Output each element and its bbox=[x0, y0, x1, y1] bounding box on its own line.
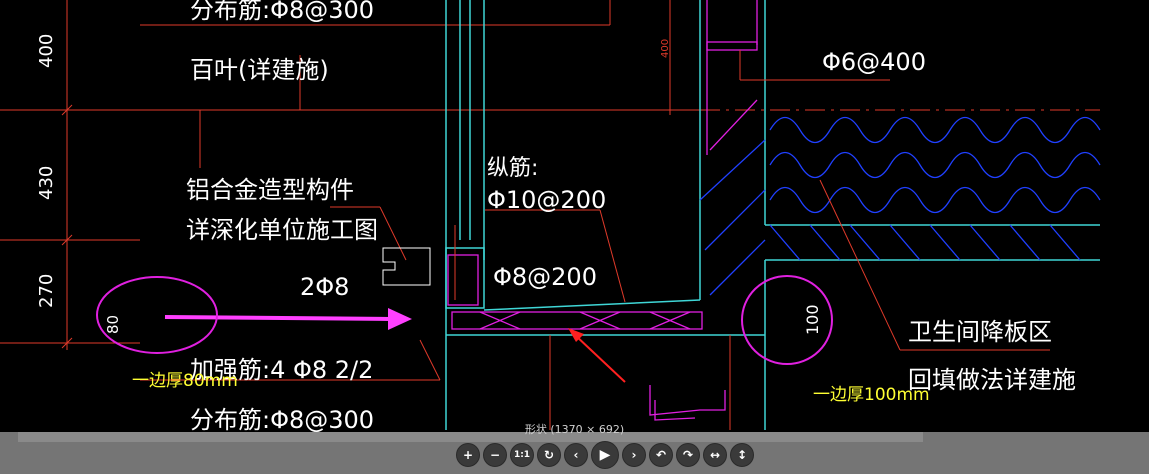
flip-vertical-button[interactable]: ↕ bbox=[730, 443, 754, 467]
prev-button[interactable]: ‹ bbox=[564, 443, 588, 467]
viewer-toolbar: + −1:1 ↻ ‹ ▶ › ↶ ↷ ↔ ↕ bbox=[456, 441, 754, 469]
long-bar-label-1: 纵筋: bbox=[487, 156, 538, 181]
zoom-out-button[interactable]: − bbox=[483, 443, 507, 467]
dim-80: 80 bbox=[104, 315, 122, 334]
zoom-in-button[interactable]: + bbox=[456, 443, 480, 467]
phi6-400-label: Φ6@400 bbox=[822, 48, 926, 76]
dim-430: 430 bbox=[36, 166, 57, 200]
distribution-bar-top-label: 分布筋:Φ8@300 bbox=[190, 0, 374, 24]
dim-100: 100 bbox=[803, 304, 822, 335]
cad-drawing-canvas: 400 430 270 80 100 400 分布筋:Φ8@300 百叶(详建施… bbox=[0, 0, 1101, 434]
rotate-left-button[interactable]: ↶ bbox=[649, 443, 673, 467]
dim-400-small: 400 bbox=[660, 39, 671, 58]
image-caption: 形状 (1370 × 692) bbox=[524, 423, 625, 436]
next-button[interactable]: › bbox=[622, 443, 646, 467]
flip-horizontal-button[interactable]: ↔ bbox=[703, 443, 727, 467]
bathroom-label-2: 回填做法详建施 bbox=[908, 366, 1076, 394]
aluminum-label-1: 铝合金造型构件 bbox=[186, 176, 354, 204]
bathroom-label-1: 卫生间降板区 bbox=[908, 318, 1052, 346]
play-button[interactable]: ▶ bbox=[591, 441, 619, 469]
dim-400: 400 bbox=[36, 34, 57, 68]
left-thickness-note: 一边厚80mm bbox=[132, 371, 238, 391]
aluminum-profile bbox=[382, 247, 431, 286]
red-pointer-arrow bbox=[568, 328, 626, 383]
aluminum-label-2: 详深化单位施工图 bbox=[186, 216, 378, 244]
rotate-right-button[interactable]: ↷ bbox=[676, 443, 700, 467]
louver-label: 百叶(详建施) bbox=[190, 56, 329, 84]
dim-270: 270 bbox=[36, 274, 57, 308]
actual-size-button[interactable]: 1:1 bbox=[510, 443, 534, 467]
phi8-200-label: Φ8@200 bbox=[493, 263, 597, 291]
insulation-hatch bbox=[699, 116, 1101, 296]
bar-2phi8-label: 2Φ8 bbox=[300, 273, 349, 301]
long-bar-label-2: Φ10@200 bbox=[487, 186, 606, 214]
magenta-direction-arrow bbox=[164, 308, 412, 330]
right-thickness-note: 一边厚100mm bbox=[813, 385, 930, 405]
refresh-button[interactable]: ↻ bbox=[537, 443, 561, 467]
